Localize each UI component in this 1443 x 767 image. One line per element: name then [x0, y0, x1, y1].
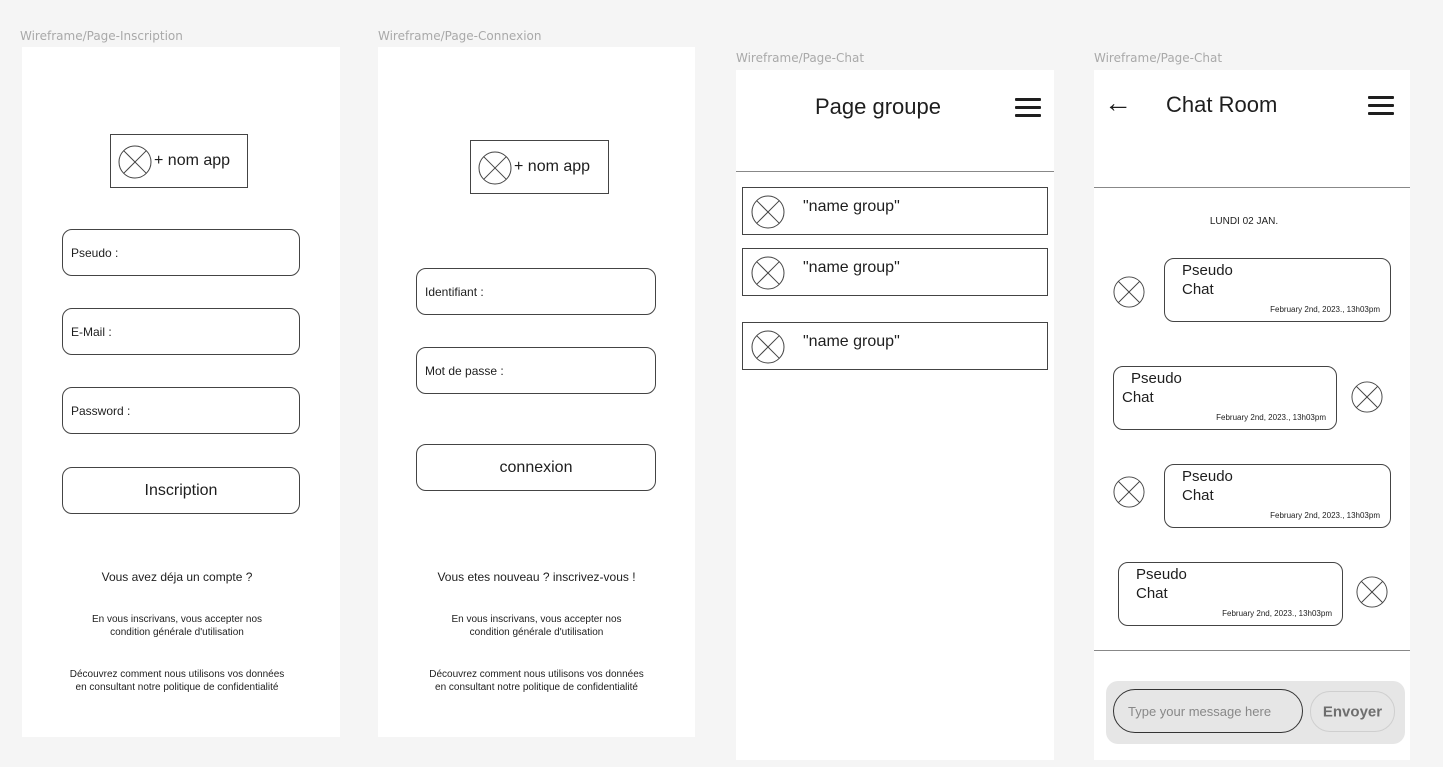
image-placeholder-icon	[751, 256, 785, 290]
button-label: connexion	[499, 458, 573, 476]
app-name: + nom app	[154, 152, 231, 169]
privacy-line-2[interactable]: en consultant notre politique de confide…	[378, 682, 695, 694]
send-button[interactable]: Envoyer	[1310, 691, 1395, 732]
group-name: "name group"	[803, 259, 900, 276]
message-author: Pseudo	[1182, 262, 1233, 279]
avatar-placeholder-icon	[1113, 276, 1145, 308]
message-bubble: Pseudo Chat February 2nd, 2023., 13h03pm	[1113, 366, 1337, 430]
terms-line-1: En vous inscrivans, vous accepter nos	[451, 614, 622, 625]
privacy-line-2[interactable]: en consultant notre politique de confide…	[22, 682, 332, 694]
field-label: Mot de passe :	[425, 363, 504, 378]
message-text: Chat	[1182, 281, 1214, 298]
password-field[interactable]: Mot de passe :	[416, 347, 656, 394]
pseudo-field[interactable]: Pseudo :	[62, 229, 300, 276]
header-divider	[736, 171, 1054, 172]
frame-groups: Page groupe "name group" "name group" "n…	[736, 70, 1054, 760]
register-link[interactable]: Vous etes nouveau ? inscrivez-vous !	[378, 571, 695, 583]
input-placeholder: Type your message here	[1128, 704, 1272, 719]
login-link[interactable]: Vous avez déja un compte ?	[22, 571, 332, 583]
group-item[interactable]: "name group"	[742, 187, 1048, 235]
menu-icon[interactable]	[1015, 98, 1041, 122]
avatar-placeholder-icon	[1356, 576, 1388, 608]
message-input[interactable]: Type your message here	[1113, 689, 1303, 733]
logo-box: + nom app	[110, 134, 248, 188]
group-name: "name group"	[803, 333, 900, 350]
message-author: Pseudo	[1131, 370, 1182, 387]
send-label: Envoyer	[1322, 703, 1383, 720]
date-separator: LUNDI 02 JAN.	[1209, 216, 1279, 227]
privacy-line-1: Découvrez comment nous utilisons vos don…	[429, 669, 644, 680]
composer-divider	[1094, 650, 1410, 651]
frame-label-connexion: Wireframe/Page-Connexion	[378, 29, 542, 43]
field-label: E-Mail :	[71, 324, 112, 339]
frame-inscription: + nom app Pseudo : E-Mail : Password : I…	[22, 47, 340, 737]
field-label: Identifiant :	[425, 284, 484, 299]
connexion-button[interactable]: connexion	[416, 444, 656, 491]
password-field[interactable]: Password :	[62, 387, 300, 434]
avatar-placeholder-icon	[1351, 381, 1383, 413]
group-name: "name group"	[803, 198, 900, 215]
email-field[interactable]: E-Mail :	[62, 308, 300, 355]
page-title: Page groupe	[815, 94, 941, 119]
image-placeholder-icon	[751, 330, 785, 364]
frame-chatroom: ← Chat Room LUNDI 02 JAN. Pseudo Chat Fe…	[1094, 70, 1410, 760]
field-label: Password :	[71, 403, 131, 418]
field-label: Pseudo :	[71, 245, 119, 260]
group-item[interactable]: "name group"	[742, 248, 1048, 296]
app-name: + nom app	[514, 158, 591, 175]
menu-icon[interactable]	[1368, 96, 1394, 120]
message-timestamp: February 2nd, 2023., 13h03pm	[1270, 305, 1380, 314]
message-author: Pseudo	[1182, 468, 1233, 485]
image-placeholder-icon	[751, 195, 785, 229]
frame-connexion: + nom app Identifiant : Mot de passe : c…	[378, 47, 695, 737]
header-divider	[1094, 187, 1410, 188]
avatar-placeholder-icon	[1113, 476, 1145, 508]
logo-box: + nom app	[470, 140, 609, 194]
image-placeholder-icon	[478, 151, 512, 185]
message-bubble: Pseudo Chat February 2nd, 2023., 13h03pm	[1118, 562, 1343, 626]
button-label: Inscription	[144, 481, 218, 499]
terms-line-2[interactable]: condition générale d'utilisation	[22, 627, 332, 639]
message-bubble: Pseudo Chat February 2nd, 2023., 13h03pm	[1164, 258, 1391, 322]
identifiant-field[interactable]: Identifiant :	[416, 268, 656, 315]
message-timestamp: February 2nd, 2023., 13h03pm	[1270, 511, 1380, 520]
message-text: Chat	[1136, 585, 1168, 602]
group-item[interactable]: "name group"	[742, 322, 1048, 370]
message-text: Chat	[1182, 487, 1214, 504]
inscription-button[interactable]: Inscription	[62, 467, 300, 514]
frame-label-groups: Wireframe/Page-Chat	[736, 51, 865, 65]
terms-line-2[interactable]: condition générale d'utilisation	[378, 627, 695, 639]
page-title: Chat Room	[1166, 92, 1278, 117]
message-timestamp: February 2nd, 2023., 13h03pm	[1222, 609, 1332, 618]
message-timestamp: February 2nd, 2023., 13h03pm	[1216, 413, 1326, 422]
message-author: Pseudo	[1136, 566, 1187, 583]
message-text: Chat	[1122, 389, 1154, 406]
frame-label-chatroom: Wireframe/Page-Chat	[1094, 51, 1223, 65]
message-composer: Type your message here Envoyer	[1106, 681, 1405, 744]
image-placeholder-icon	[118, 145, 152, 179]
privacy-line-1: Découvrez comment nous utilisons vos don…	[69, 669, 285, 680]
frame-label-inscription: Wireframe/Page-Inscription	[20, 29, 183, 43]
message-bubble: Pseudo Chat February 2nd, 2023., 13h03pm	[1164, 464, 1391, 528]
back-arrow-icon[interactable]: ←	[1104, 88, 1132, 118]
terms-line-1: En vous inscrivans, vous accepter nos	[91, 614, 263, 625]
